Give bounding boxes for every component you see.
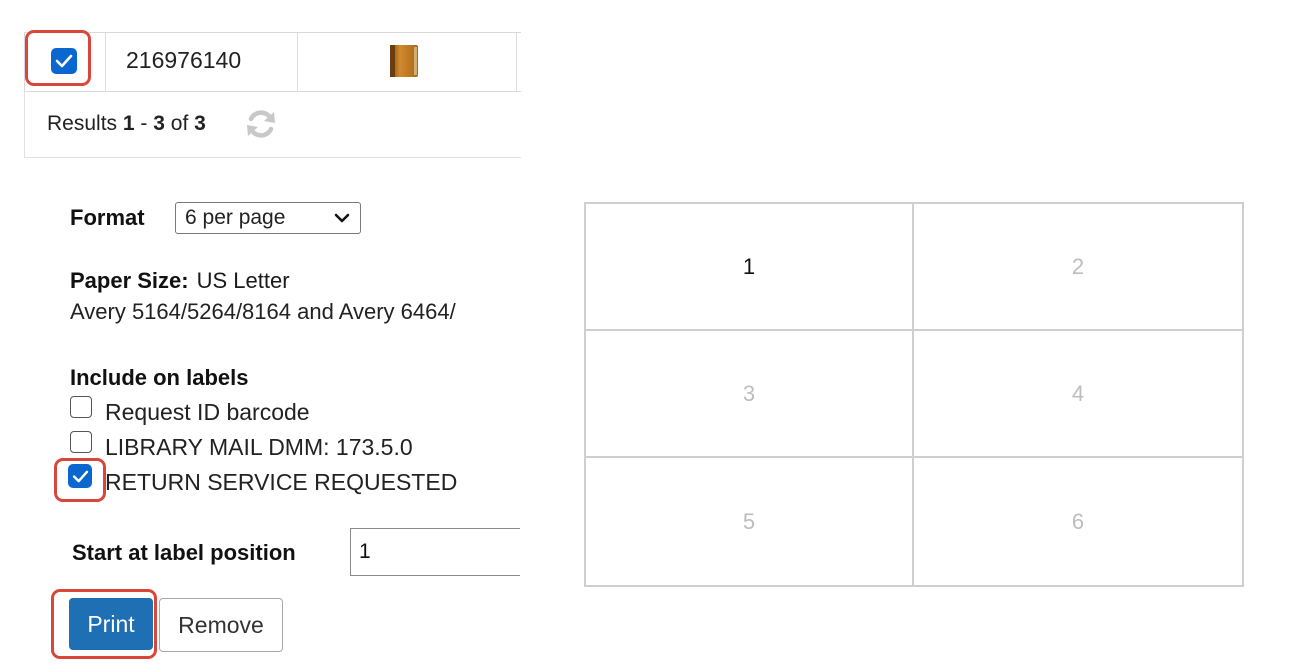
label-position-6[interactable]: 6 (914, 458, 1242, 585)
results-separator: - (140, 112, 148, 135)
results-to: 3 (153, 112, 165, 135)
label-position-1[interactable]: 1 (586, 204, 914, 331)
print-button[interactable]: Print (69, 598, 153, 650)
format-label: Format (70, 205, 145, 230)
label-position-5[interactable]: 5 (586, 458, 914, 585)
request-id: 216976140 (126, 47, 242, 73)
format-select-value: 6 per page (185, 206, 286, 229)
results-summary: Results 1 - 3 of 3 (47, 112, 206, 136)
paper-size-value: US Letter (196, 268, 290, 293)
results-table-row (24, 32, 521, 92)
chevron-down-icon (334, 213, 350, 223)
option-request-id-barcode-label: Request ID barcode (105, 399, 310, 425)
label-position-grid: 1 2 3 4 5 6 (584, 202, 1244, 587)
cell-divider (516, 33, 517, 91)
option-library-mail-label: LIBRARY MAIL DMM: 173.5.0 (105, 434, 413, 460)
refresh-icon[interactable] (244, 108, 278, 140)
label-position-3[interactable]: 3 (586, 331, 914, 458)
paper-size-label: Paper Size: (70, 268, 189, 293)
results-of: of (170, 112, 189, 135)
remove-button[interactable]: Remove (159, 598, 283, 652)
label-position-4[interactable]: 4 (914, 331, 1242, 458)
cell-divider (105, 33, 106, 91)
avery-compatibility: Avery 5164/5264/8164 and Avery 6464/ (70, 299, 456, 324)
book-icon (388, 44, 420, 78)
checkmark-icon (72, 470, 88, 482)
results-total: 3 (194, 112, 206, 135)
label-position-2[interactable]: 2 (914, 204, 1242, 331)
option-return-service-checkbox[interactable] (68, 464, 92, 488)
option-return-service-label: RETURN SERVICE REQUESTED (105, 469, 458, 495)
option-request-id-barcode-checkbox[interactable] (70, 396, 92, 418)
checkmark-icon (55, 54, 73, 68)
panel-clip (520, 520, 580, 584)
row-select-checkbox[interactable] (51, 48, 77, 74)
results-label: Results (47, 112, 118, 135)
paper-size-row: Paper Size: US Letter (70, 268, 290, 294)
format-select[interactable]: 6 per page (175, 202, 361, 234)
include-on-labels-heading: Include on labels (70, 365, 249, 390)
cell-divider (297, 33, 298, 91)
option-library-mail-checkbox[interactable] (70, 431, 92, 453)
start-position-label: Start at label position (72, 540, 296, 565)
results-from: 1 (122, 112, 135, 135)
